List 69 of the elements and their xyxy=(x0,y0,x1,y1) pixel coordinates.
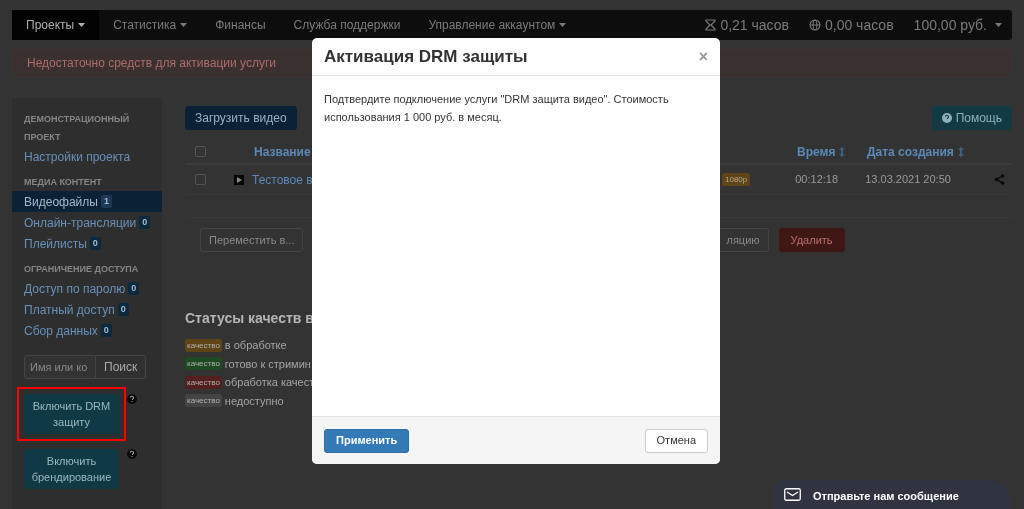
status-text: недоступно xyxy=(224,393,284,409)
count-badge: 0 xyxy=(128,282,140,295)
sidebar-item[interactable]: Платный доступ 0 xyxy=(12,299,162,320)
count-badge: 0 xyxy=(139,216,151,229)
nav-item[interactable]: Служба поддержки xyxy=(279,10,415,40)
count-badge: 1 xyxy=(100,195,112,208)
mail-icon xyxy=(784,488,801,501)
status-text: обработка качест xyxy=(224,375,315,390)
date-cell-text: 13.03.2021 20:50 xyxy=(865,172,952,188)
help-icon[interactable] xyxy=(127,394,137,404)
action-button[interactable]: Включить брендирование xyxy=(24,449,119,489)
count-badge: 0 xyxy=(100,324,112,337)
caret-icon xyxy=(559,23,567,27)
nav-stat[interactable]: 100,00 руб. xyxy=(903,10,1012,40)
sort-icon xyxy=(839,147,846,158)
chat-widget[interactable]: Отправьте нам сообщение xyxy=(772,480,1012,509)
upload-button[interactable]: Загрузить видео xyxy=(185,106,297,130)
sidebar-item[interactable]: Сбор данных 0 xyxy=(12,320,162,341)
column-header[interactable]: Название xyxy=(254,144,311,159)
action-button[interactable]: ляцию xyxy=(717,228,769,252)
modal-title: Активация DRM защиты xyxy=(324,45,528,68)
status-badge: качество xyxy=(185,357,222,371)
column-header[interactable]: Время xyxy=(797,144,846,159)
cancel-button[interactable]: Отмена xyxy=(644,428,708,453)
nav-item[interactable]: Статистика xyxy=(99,10,202,40)
status-badge: качество xyxy=(185,375,222,389)
apply-button[interactable]: Применить xyxy=(324,428,410,453)
status-text: готово к стримин xyxy=(224,356,311,372)
sidebar-item[interactable]: Онлайн-трансляции 0 xyxy=(12,212,162,233)
nav-stat[interactable]: 0,21 часов xyxy=(695,10,799,40)
sort-icon xyxy=(957,147,964,158)
play-icon xyxy=(234,174,244,185)
hourglass-icon xyxy=(705,19,717,31)
caret-icon xyxy=(78,23,86,27)
nav-stat[interactable]: 0,00 часов xyxy=(799,10,904,40)
caret-icon xyxy=(995,23,1002,27)
caret-icon xyxy=(180,23,188,27)
modal-body-text: Подтвердите подключение услуги "DRM защита видео". Стоимость использования 1 000 руб. в месяц. xyxy=(323,92,670,125)
action-button[interactable]: Переместить в... xyxy=(200,228,304,252)
search-field[interactable]: Имя или ко xyxy=(24,355,96,379)
quality-badge: 1080p xyxy=(722,173,751,186)
sidebar-heading: ОГРАНИЧЕНИЕ ДОСТУПА xyxy=(23,263,140,276)
action-button[interactable]: Включить DRM защиту xyxy=(24,394,119,434)
help-button[interactable]: Помощь xyxy=(931,106,1012,130)
nav-item[interactable]: Проекты xyxy=(12,10,100,40)
globe-icon xyxy=(809,19,821,31)
search-button[interactable]: Поиск xyxy=(96,355,147,379)
count-badge: 0 xyxy=(117,303,129,316)
duration-cell-text: 00:12:18 xyxy=(795,172,840,188)
video-title[interactable]: Тестовое в xyxy=(252,170,313,189)
action-button[interactable]: Удалить xyxy=(778,228,845,252)
share-icon[interactable] xyxy=(994,174,1006,185)
header-checkbox[interactable] xyxy=(195,146,206,157)
sidebar-heading: МЕДИА КОНТЕНТ xyxy=(23,176,103,189)
help-icon xyxy=(941,113,952,123)
count-badge: 0 xyxy=(89,237,101,250)
status-text: в обработке xyxy=(224,338,287,353)
sidebar-item[interactable]: Настройки проекта xyxy=(12,146,162,167)
sidebar-heading: ДЕМОНСТРАЦИОННЫЙ ПРОЕКТ xyxy=(23,112,131,144)
help-icon[interactable] xyxy=(127,449,137,459)
sidebar-item[interactable]: Доступ по паролю 0 xyxy=(12,278,162,299)
row-checkbox[interactable] xyxy=(195,174,206,185)
nav-item[interactable]: Управление аккаунтом xyxy=(414,10,581,40)
sidebar-item[interactable]: Плейлисты 0 xyxy=(12,233,162,254)
status-badge: качество xyxy=(185,394,222,408)
status-badge: качество xyxy=(185,338,222,352)
nav-item[interactable]: Финансы xyxy=(201,10,280,40)
sidebar-item[interactable]: Видеофайлы 1 xyxy=(12,191,162,212)
column-header[interactable]: Дата создания xyxy=(867,142,964,161)
